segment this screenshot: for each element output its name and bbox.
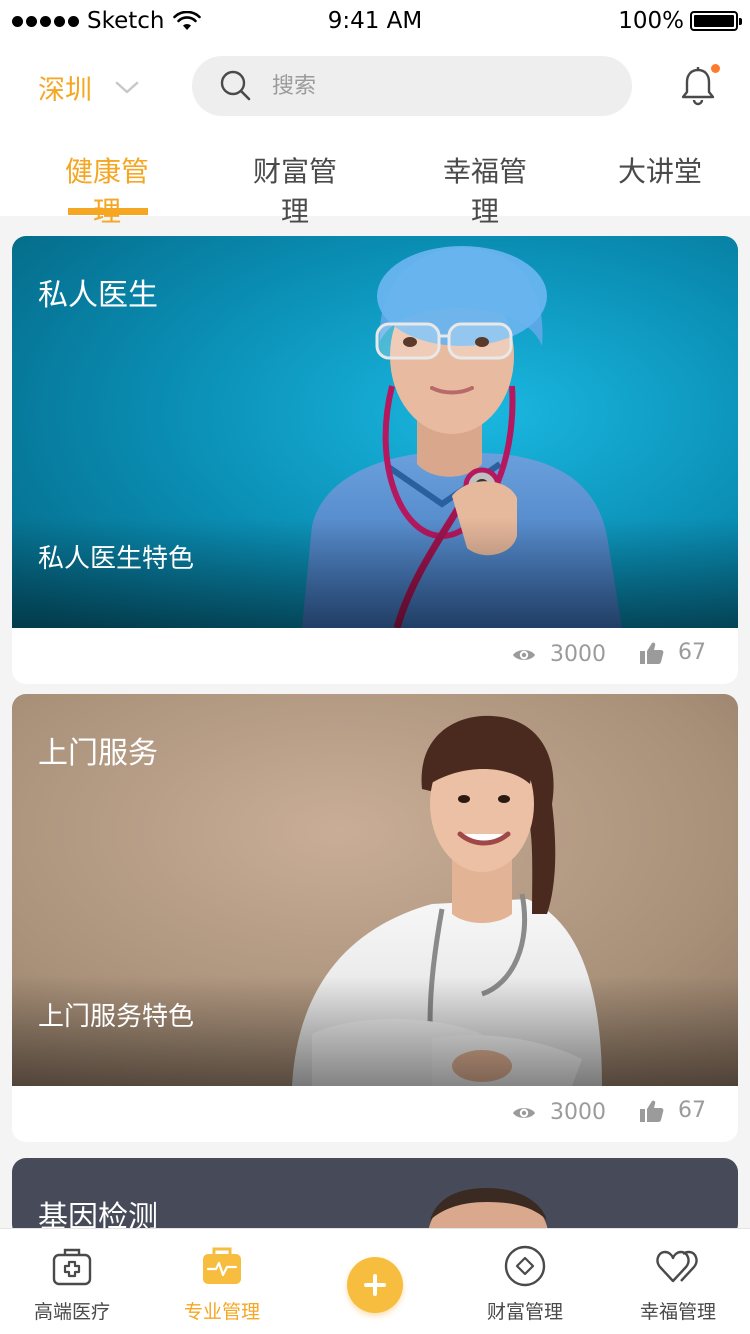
thumbs-up-icon bbox=[640, 1100, 664, 1122]
app-screen: Sketch 9:41 AM 100% 深圳 搜索 健康管 财富管理 幸福管理 … bbox=[0, 0, 750, 1334]
search-input[interactable] bbox=[272, 73, 572, 99]
eye-icon bbox=[513, 649, 535, 660]
like-count[interactable]: 67 bbox=[640, 1098, 706, 1123]
tab-health[interactable]: 健康管理 bbox=[52, 150, 162, 228]
bottom-tab-bar: 高端医疗 专业管理 财富管理 幸福管理 bbox=[0, 1228, 750, 1334]
notification-bell-icon[interactable] bbox=[680, 66, 716, 106]
view-count: 3000 bbox=[512, 1100, 606, 1125]
tabbar-label: 幸福管理 bbox=[639, 1301, 716, 1323]
view-count-value: 3000 bbox=[550, 1100, 606, 1125]
heartbeat-bag-icon bbox=[203, 1247, 241, 1284]
city-label: 深圳 bbox=[38, 75, 92, 106]
service-card-gene-testing[interactable]: 基因检测 bbox=[12, 1158, 738, 1238]
search-bar[interactable] bbox=[192, 56, 632, 116]
battery-percent: 100% bbox=[618, 8, 684, 34]
tabbar-item-wealth-management[interactable]: 财富管理 bbox=[475, 1229, 575, 1334]
view-count-value: 3000 bbox=[550, 642, 606, 667]
tabbar-item-happiness-management[interactable]: 幸福管理 bbox=[628, 1229, 728, 1334]
diamond-icon bbox=[504, 1245, 546, 1287]
tabbar-item-professional-management[interactable]: 专业管理 bbox=[172, 1229, 272, 1334]
card-image: 上门服务 上门服务特色 bbox=[12, 694, 738, 1086]
battery-icon bbox=[690, 11, 742, 31]
card-title: 上门服务 bbox=[38, 736, 158, 771]
medical-kit-icon bbox=[52, 1248, 92, 1286]
tabbar-label: 专业管理 bbox=[183, 1301, 260, 1323]
card-subtitle: 私人医生特色 bbox=[38, 544, 195, 574]
card-title: 私人医生 bbox=[38, 278, 158, 313]
card-image: 私人医生 私人医生特色 bbox=[12, 236, 738, 628]
tab-happiness[interactable]: 幸福管理 bbox=[430, 150, 540, 228]
tabbar-label: 财富管理 bbox=[486, 1301, 563, 1323]
status-bar: Sketch 9:41 AM 100% bbox=[0, 0, 750, 44]
like-count-value: 67 bbox=[678, 1098, 706, 1123]
card-footer: 3000 67 bbox=[12, 628, 738, 684]
eye-icon bbox=[513, 1107, 535, 1118]
status-right: 100% bbox=[618, 8, 742, 34]
header: 深圳 健康管理 财富管理 幸福管理 大讲堂 bbox=[0, 44, 750, 228]
like-count-value: 67 bbox=[678, 640, 706, 665]
category-tabs: 健康管理 财富管理 幸福管理 大讲堂 bbox=[0, 150, 750, 228]
card-subtitle: 上门服务特色 bbox=[38, 1002, 195, 1032]
like-count[interactable]: 67 bbox=[640, 640, 706, 665]
add-button[interactable] bbox=[347, 1257, 403, 1313]
city-selector[interactable]: 深圳 bbox=[38, 68, 140, 107]
search-icon bbox=[220, 70, 251, 101]
tab-wealth[interactable]: 财富管理 bbox=[240, 150, 350, 228]
tabbar-label: 高端医疗 bbox=[33, 1301, 110, 1323]
active-tab-indicator bbox=[68, 208, 148, 215]
card-image: 基因检测 bbox=[12, 1158, 738, 1238]
chevron-down-icon bbox=[115, 81, 139, 93]
hearts-icon bbox=[656, 1250, 698, 1283]
notification-badge bbox=[711, 64, 720, 73]
card-footer: 3000 67 bbox=[12, 1086, 738, 1142]
thumbs-up-icon bbox=[640, 642, 664, 664]
tab-lecture[interactable]: 大讲堂 bbox=[618, 150, 702, 216]
tabbar-item-premium-medical[interactable]: 高端医疗 bbox=[22, 1229, 122, 1334]
service-card-home-service[interactable]: 上门服务 上门服务特色 3000 67 bbox=[12, 694, 738, 1142]
view-count: 3000 bbox=[512, 642, 606, 667]
service-card-private-doctor[interactable]: 私人医生 私人医生特色 3000 67 bbox=[12, 236, 738, 684]
